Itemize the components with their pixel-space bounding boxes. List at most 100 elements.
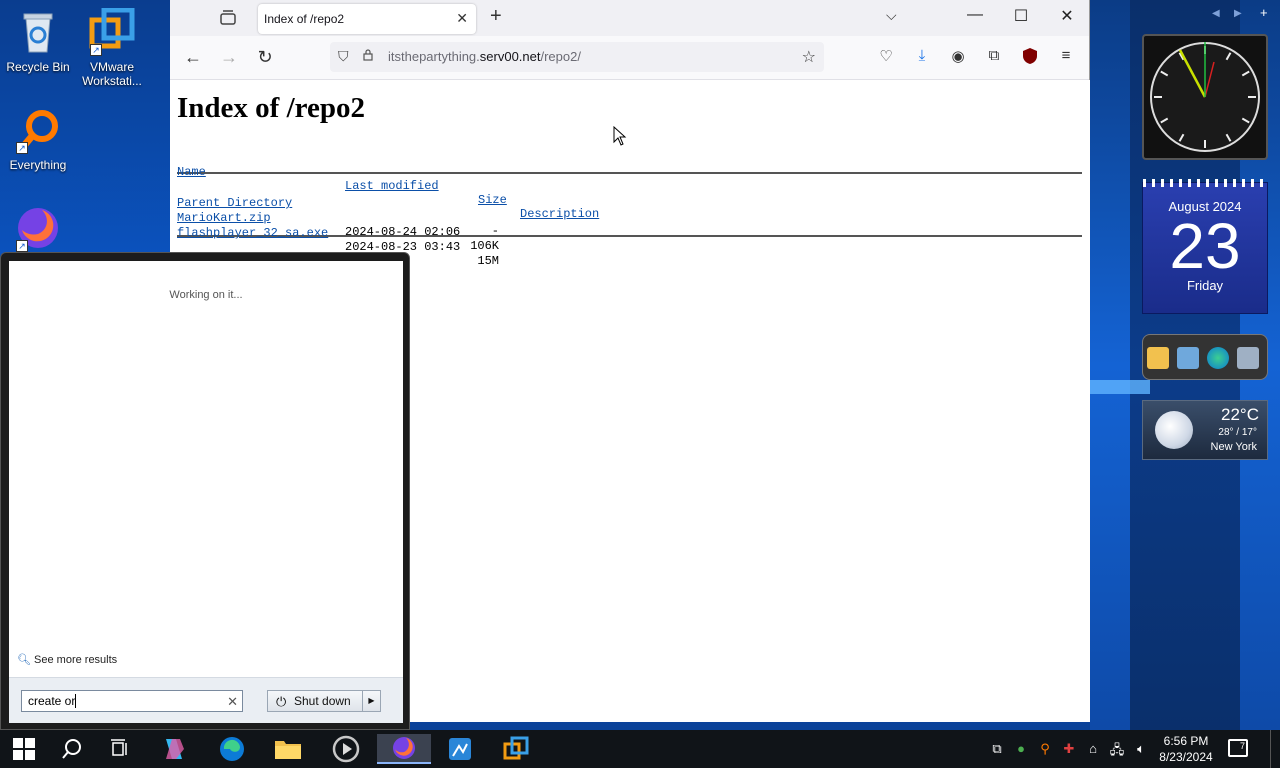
tab-active[interactable]: Index of /repo2 ✕ (258, 4, 476, 34)
start-menu-footer: create or ✕ ⏻ Shut down ▶ (9, 677, 403, 723)
calendar-rings (1143, 179, 1269, 187)
url-bar[interactable]: ⛉ itsthepartything.serv00.net/repo2/ ☆ (330, 42, 824, 72)
see-more-results-link[interactable]: 🔍︎ See more results (17, 653, 117, 666)
bookmark-star-icon[interactable]: ☆ (802, 47, 816, 67)
forward-icon[interactable]: → (218, 47, 240, 68)
utorrent-tray-icon[interactable]: ● (1012, 741, 1030, 756)
firefox-icon: ↗ (14, 204, 62, 252)
weather-gadget[interactable]: 22°C 28° / 17° New York (1142, 400, 1268, 460)
desktop-icon-vmware[interactable]: ↗ VMware Workstati... (74, 7, 150, 88)
taskbar-search-button[interactable] (52, 734, 92, 764)
row-modified: 2024-08-24 02:06 (345, 225, 461, 239)
taskbar-firefox[interactable] (377, 734, 431, 764)
close-tab-icon[interactable]: ✕ (456, 10, 468, 27)
url-prefix: itsthepartything. (388, 49, 480, 64)
calendar-gadget[interactable]: August 2024 23 Friday (1142, 179, 1269, 314)
search-status: Working on it... (169, 289, 243, 301)
edge-icon[interactable] (1207, 347, 1229, 369)
clock-gadget[interactable] (1142, 34, 1268, 160)
recycle-bin-icon (14, 8, 62, 56)
table-row: flashplayer_32_sa.exe 2024-08-23 03:43 1… (177, 212, 1083, 268)
see-more-label: See more results (34, 654, 118, 666)
start-menu-results-pane: Working on it... 🔍︎ See more results cre… (9, 261, 403, 723)
gadget-add-icon[interactable]: + (1260, 5, 1268, 20)
extensions-icon[interactable]: ⧉ (983, 47, 1005, 69)
desktop-icon-firefox[interactable]: ↗ (0, 204, 76, 256)
everything-tray-icon[interactable]: ⚲ (1036, 741, 1054, 757)
show-desktop-button[interactable] (1270, 730, 1280, 768)
notification-count: 7 (1239, 741, 1245, 751)
navigation-bar: ← → ↻ ⛉ itsthepartything.serv00.net/repo… (170, 36, 1089, 80)
menu-hamburger-icon[interactable]: ≡ (1055, 47, 1077, 69)
start-search-input[interactable]: create or ✕ (21, 690, 243, 712)
media-player-icon (332, 735, 360, 763)
task-manager-tray-icon[interactable]: ⧉ (988, 741, 1006, 757)
taskbar-date: 8/23/2024 (1159, 750, 1213, 764)
taskbar-paint[interactable] (440, 734, 480, 764)
mouse-cursor-icon (613, 126, 627, 146)
reload-icon[interactable]: ↻ (254, 47, 276, 68)
computer-icon[interactable] (1177, 347, 1199, 369)
table-row: Parent Directory - (177, 182, 1083, 238)
lock-icon[interactable] (362, 49, 374, 61)
folder-icon[interactable] (1147, 347, 1169, 369)
weather-temperature: 22°C (1221, 405, 1259, 424)
security-tray-icon[interactable]: ✚ (1060, 741, 1078, 757)
search-icon: 🔍︎ (17, 654, 31, 666)
start-button[interactable] (4, 734, 44, 764)
firefox-icon (393, 737, 415, 759)
taskbar-clock[interactable]: 6:56 PM 8/23/2024 (1154, 733, 1218, 765)
recycle-bin-icon[interactable] (1237, 347, 1259, 369)
taskbar: ⧉ ● ⚲ ✚ ⌂ 🖧︎ 🔈︎ 6:56 PM 8/23/2024 7 (0, 730, 1280, 768)
shortcut-arrow-icon: ↗ (16, 142, 28, 154)
power-icon: ⏻ (276, 694, 287, 709)
search-input-value: create or (28, 694, 76, 708)
desktop-icon-recycle-bin[interactable]: Recycle Bin (0, 8, 76, 74)
downloads-icon[interactable]: ⤓ (911, 47, 933, 69)
volume-muted-tray-icon[interactable]: 🔈︎ (1132, 741, 1150, 757)
task-view-icon (111, 739, 127, 756)
notification-center-icon[interactable]: 7 (1228, 739, 1248, 757)
minimize-button[interactable]: — (965, 6, 985, 24)
shortcut-arrow-icon: ↗ (16, 240, 28, 252)
taskbar-copilot[interactable] (154, 734, 194, 764)
tab-title: Index of /repo2 (264, 12, 345, 26)
gadget-next-icon[interactable]: ▶ (1234, 8, 1242, 19)
gadget-prev-icon[interactable]: ◀ (1212, 8, 1220, 19)
paint-icon (449, 738, 471, 760)
chevron-down-icon[interactable]: ⌵ (886, 7, 897, 24)
tab-bar: Index of /repo2 ✕ + ⌵ — ☐ ✕ (170, 0, 1089, 36)
windows-logo-icon (13, 738, 35, 760)
table-row: MarioKart.zip 2024-08-24 02:06 106K (177, 197, 1083, 253)
maximize-button[interactable]: ☐ (1011, 6, 1031, 26)
start-menu: Working on it... 🔍︎ See more results cre… (0, 252, 410, 730)
copilot-icon (166, 739, 184, 759)
desktop-icon-everything[interactable]: ↗ Everything (0, 106, 76, 172)
clear-search-icon[interactable]: ✕ (227, 694, 238, 710)
url-host: serv00.net (479, 49, 541, 64)
column-header-name[interactable]: Name (177, 165, 206, 179)
taskbar-vmware[interactable] (496, 734, 536, 764)
usb-tray-icon[interactable]: ⌂ (1084, 741, 1102, 756)
back-icon[interactable]: ← (182, 47, 204, 68)
tab-list-button[interactable] (218, 8, 238, 28)
shutdown-options-arrow-icon[interactable]: ▶ (362, 691, 380, 711)
search-icon (62, 739, 81, 759)
taskbar-file-explorer[interactable] (268, 734, 308, 764)
pocket-icon[interactable]: ♡ (875, 47, 897, 69)
taskbar-edge[interactable] (212, 734, 252, 764)
tracking-protection-icon[interactable]: ⛉ (338, 48, 349, 65)
new-tab-button[interactable]: + (490, 5, 502, 28)
tab-list-icon (220, 10, 236, 25)
ublock-origin-icon[interactable] (1019, 47, 1041, 69)
network-tray-icon[interactable]: 🖧︎ (1108, 741, 1126, 763)
weather-city: New York (1210, 441, 1257, 453)
task-view-button[interactable] (100, 734, 140, 764)
taskbar-media-player[interactable] (326, 734, 366, 764)
directory-listing: Name Last modified Size Description Pare… (177, 151, 1083, 268)
file-link-flashplayer[interactable]: flashplayer_32_sa.exe (177, 226, 328, 240)
analog-clock-face (1150, 42, 1260, 152)
close-window-button[interactable]: ✕ (1057, 6, 1077, 26)
account-icon[interactable]: ◉ (947, 47, 969, 69)
shutdown-button[interactable]: ⏻ Shut down ▶ (267, 690, 381, 712)
